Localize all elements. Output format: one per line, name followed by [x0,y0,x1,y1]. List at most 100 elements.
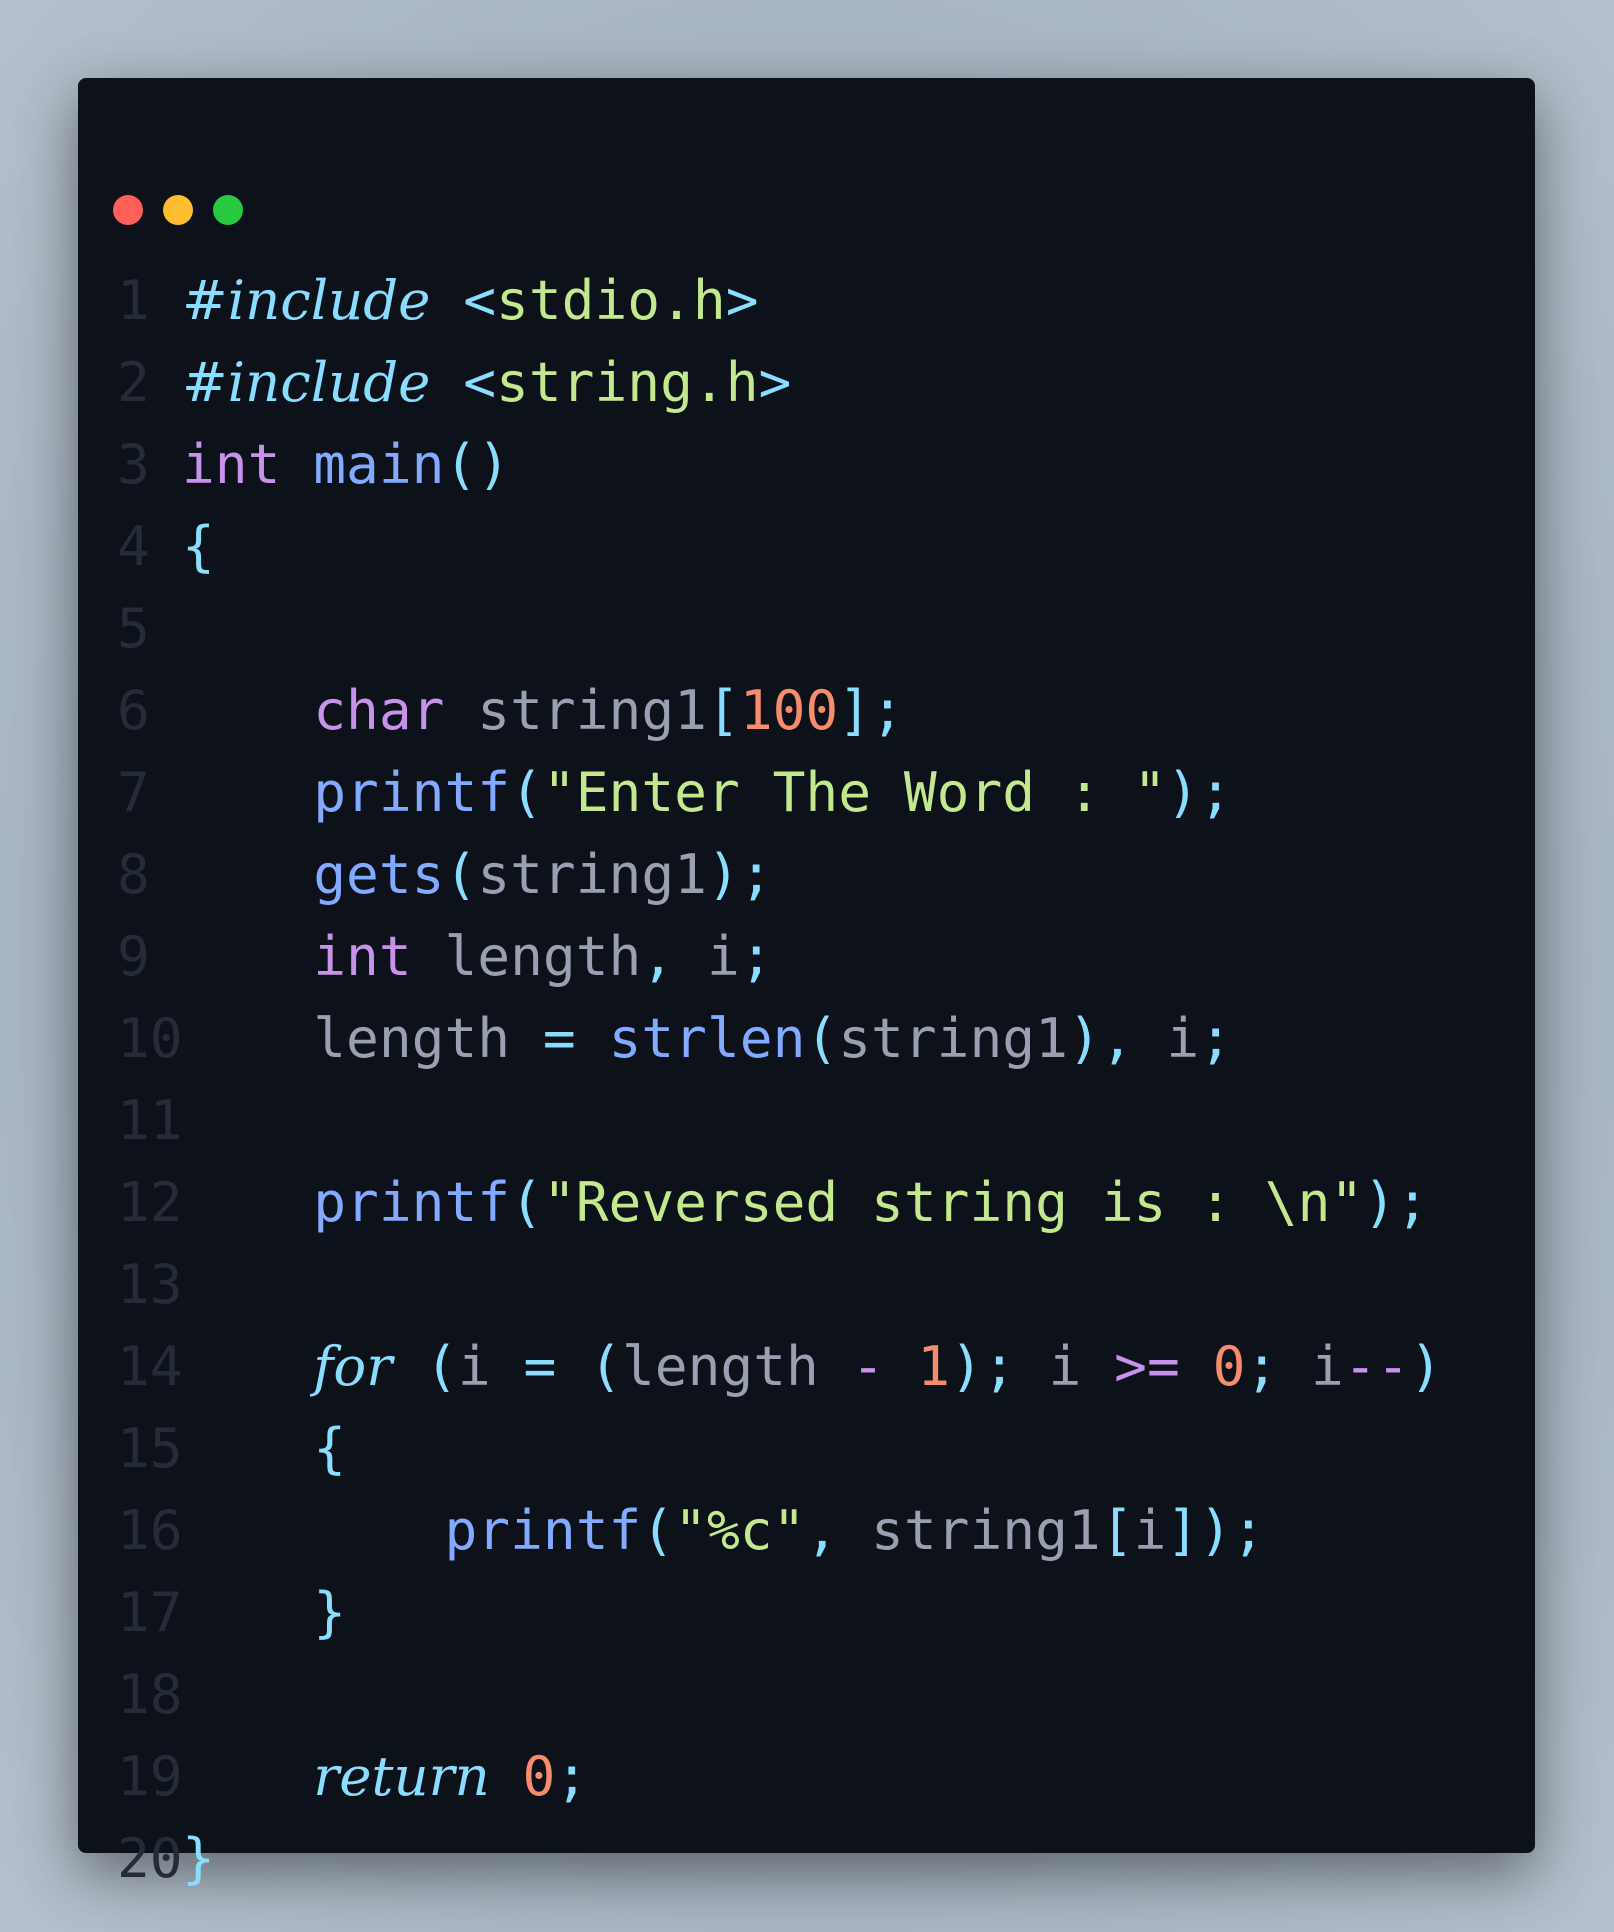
token-var: i [1133,1498,1167,1562]
token-punc: ]; [838,678,904,742]
code-window: 1 #include <stdio.h> 2 #include <string.h> 3… [78,78,1535,1890]
maximize-button[interactable] [213,195,243,225]
token-punc: = [490,1334,590,1398]
token-var: i [457,1334,491,1398]
close-button[interactable] [113,195,143,225]
line-number: 20 [117,1826,183,1890]
token-punc: { [313,1416,347,1480]
token-fn: printf [313,760,511,824]
line-text: gets(string1); [182,833,772,915]
token-punc: ; [555,1744,589,1808]
token-op: >= [1081,1334,1213,1398]
token-punc: ; [1199,1006,1232,1070]
token-punc: ( [805,1006,839,1070]
token-punc: ( [589,1334,622,1398]
token-punc: > [758,350,792,414]
token-num: 0 [1212,1334,1246,1398]
line-number: 13 [117,1252,183,1316]
token-punc: , [641,924,675,988]
token-kw: return [313,1744,490,1808]
line-number: 12 [117,1170,183,1234]
line-number: 10 [117,1006,183,1070]
line-number: 1 [117,268,150,332]
line-number: 4 [117,514,150,578]
token-kw: #include [182,268,431,332]
token-punc: ( [392,1334,458,1398]
token-punc: ) [1409,1334,1443,1398]
line-number: 8 [117,842,150,906]
token-var: length [313,1006,511,1070]
line-number: 16 [117,1498,183,1562]
token-var: string1 [477,842,707,906]
token-punc: ); [1363,1170,1429,1234]
token-var: string1 [838,1006,1068,1070]
line-text: #include <stdio.h> [182,259,759,341]
token-str: stdio.h [496,268,726,332]
token-var: i [1278,1334,1344,1398]
token-punc: , [805,1498,839,1562]
token-str: "%c" [674,1498,806,1562]
line-text: { [182,1407,346,1489]
line-number: 7 [117,760,150,824]
token-fn: strlen [608,1006,806,1070]
token-var: length [411,924,642,988]
line-number: 11 [117,1088,183,1152]
line-number: 15 [117,1416,183,1480]
token-num: 100 [739,678,839,742]
token-str: string.h [496,350,759,414]
line-text: char string1[100]; [182,669,904,751]
token-punc: < [463,350,497,414]
token-punc: ( [641,1498,675,1562]
line-text: } [182,1571,346,1653]
token-op: - [818,1334,918,1398]
line-text: printf("Reversed string is : \n"); [182,1161,1429,1243]
token-type: char [313,678,445,742]
token-punc: } [182,1826,215,1890]
token-var: string1 [444,678,707,742]
token-var: i [674,924,740,988]
line-text: int length, i; [182,915,773,997]
token-punc: [ [1100,1498,1134,1562]
token-num: 1 [917,1334,951,1398]
token-fn: main [313,432,445,496]
line-text: } [182,1817,215,1899]
line-text: { [182,505,215,587]
line-number: 3 [117,432,150,496]
line-number: 19 [117,1744,183,1808]
token-str: "Reversed string is : \n" [542,1170,1364,1234]
line-number: 6 [117,678,150,742]
token-punc: ( [510,1170,543,1234]
token-punc: > [725,268,759,332]
token-num: 0 [522,1744,556,1808]
line-text: int main() [182,423,510,505]
token-var: i [1015,1334,1082,1398]
minimize-button[interactable] [163,195,193,225]
line-text: for (i = (length - 1); i >= 0; i--) [182,1325,1442,1407]
token-punc: < [463,268,497,332]
line-text: return 0; [182,1735,588,1817]
token-fn: printf [444,1498,642,1562]
token-fn: printf [313,1170,511,1234]
token-punc: [ [707,678,740,742]
token-punc: { [182,514,215,578]
token-var: string1 [838,1498,1101,1562]
line-number: 2 [117,350,150,414]
line-number: 5 [117,596,150,660]
line-text: printf("Enter The Word : "); [182,751,1232,833]
token-var: length [621,1334,819,1398]
line-text: #include <string.h> [182,341,791,423]
line-number: 17 [117,1580,183,1644]
token-var: i [1133,1006,1200,1070]
token-fn: gets [313,842,445,906]
line-text: printf("%c", string1[i]); [182,1489,1265,1571]
token-punc: ; [739,924,773,988]
